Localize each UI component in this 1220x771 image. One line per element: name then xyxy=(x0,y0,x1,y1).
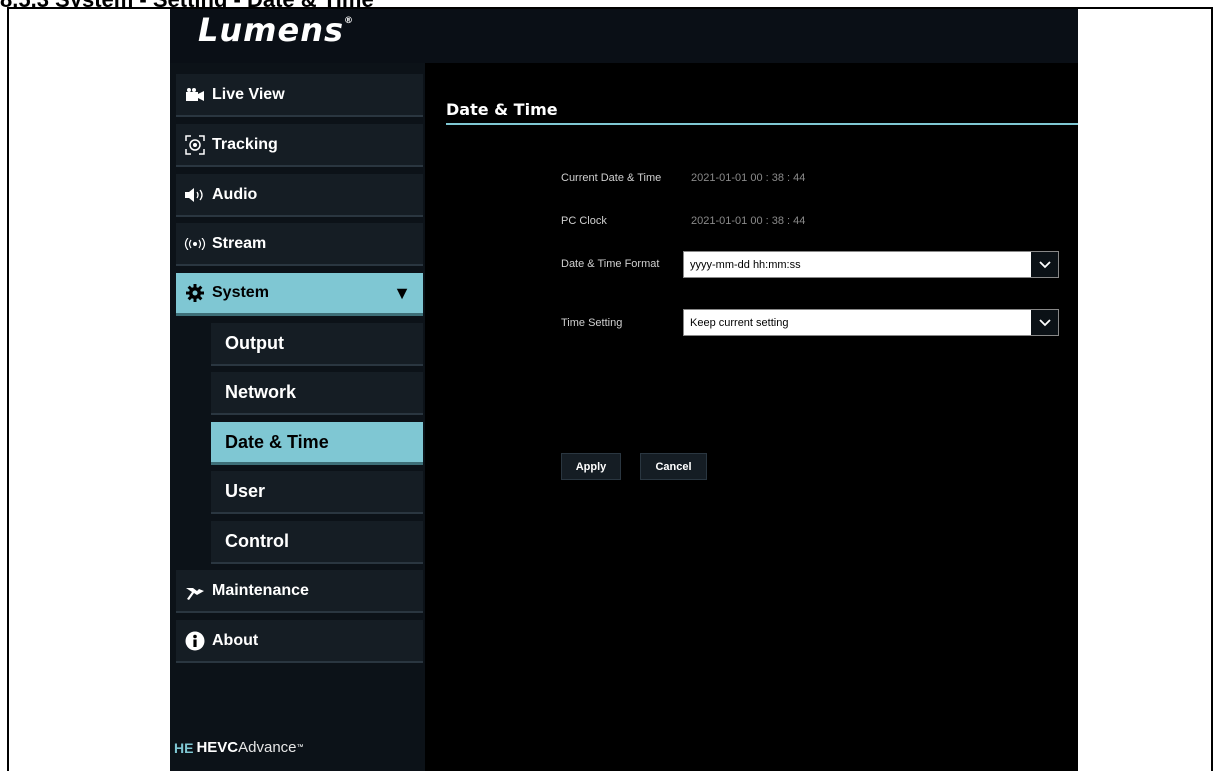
date-time-format-select[interactable]: yyyy-mm-dd hh:mm:ss xyxy=(683,251,1059,278)
sidebar-item-maintenance[interactable]: Maintenance xyxy=(176,570,423,613)
date-time-format-label: Date & Time Format xyxy=(561,258,660,270)
expand-triangle-icon: ▼ xyxy=(393,283,411,303)
chevron-down-icon xyxy=(1031,252,1058,277)
sidebar-item-audio[interactable]: Audio xyxy=(176,174,423,217)
speaker-icon xyxy=(182,187,208,202)
apply-button[interactable]: Apply xyxy=(561,453,621,480)
sidebar-item-label: Tracking xyxy=(212,135,278,153)
top-bar: Lumens® xyxy=(170,9,1078,63)
current-date-time-label: Current Date & Time xyxy=(561,172,662,184)
pc-clock-label: PC Clock xyxy=(561,215,607,227)
sidebar-item-label: Maintenance xyxy=(212,581,309,599)
sidebar-item-live-view[interactable]: Live View xyxy=(176,74,423,117)
time-setting-label: Time Setting xyxy=(561,317,623,329)
sidebar: Live View Tracking Audio Stream System ▼… xyxy=(170,63,425,771)
hevc-advance-logo: ΗΕ HEVC Advance ™ xyxy=(174,739,304,756)
tracking-target-icon xyxy=(182,134,208,155)
sidebar-item-label: Audio xyxy=(212,185,258,203)
sidebar-item-tracking[interactable]: Tracking xyxy=(176,124,423,167)
cancel-button[interactable]: Cancel xyxy=(640,453,707,480)
sidebar-subitem-output[interactable]: Output xyxy=(211,323,423,366)
page-title: Date & Time xyxy=(446,100,558,119)
title-divider xyxy=(446,123,1078,125)
video-camera-icon xyxy=(182,87,208,102)
time-setting-select[interactable]: Keep current setting xyxy=(683,309,1059,336)
sidebar-item-system[interactable]: System ▼ xyxy=(176,273,423,316)
sidebar-subitem-network[interactable]: Network xyxy=(211,372,423,415)
pc-clock-value: 2021-01-01 00 : 38 : 44 xyxy=(691,215,806,227)
sidebar-item-about[interactable]: About xyxy=(176,620,423,663)
current-date-time-value: 2021-01-01 00 : 38 : 44 xyxy=(691,172,806,184)
lumens-logo: Lumens® xyxy=(198,11,355,49)
sidebar-item-label: Live View xyxy=(212,85,285,103)
sidebar-subitem-date-time[interactable]: Date & Time xyxy=(211,422,423,465)
sidebar-item-label: Stream xyxy=(212,234,267,252)
gear-icon xyxy=(182,284,208,302)
sidebar-item-label: About xyxy=(212,631,259,649)
sidebar-subitem-control[interactable]: Control xyxy=(211,521,423,564)
sidebar-item-label: System xyxy=(212,284,269,301)
sidebar-item-stream[interactable]: Stream xyxy=(176,223,423,266)
main-content: Date & Time Current Date & Time 2021-01-… xyxy=(425,63,1078,771)
wrench-icon xyxy=(182,582,208,600)
broadcast-icon xyxy=(182,237,208,250)
app-window: Lumens® Live View Tracking Audio Stream xyxy=(170,9,1078,771)
chevron-down-icon xyxy=(1031,310,1058,335)
info-icon xyxy=(182,631,208,651)
sidebar-subitem-user[interactable]: User xyxy=(211,471,423,514)
